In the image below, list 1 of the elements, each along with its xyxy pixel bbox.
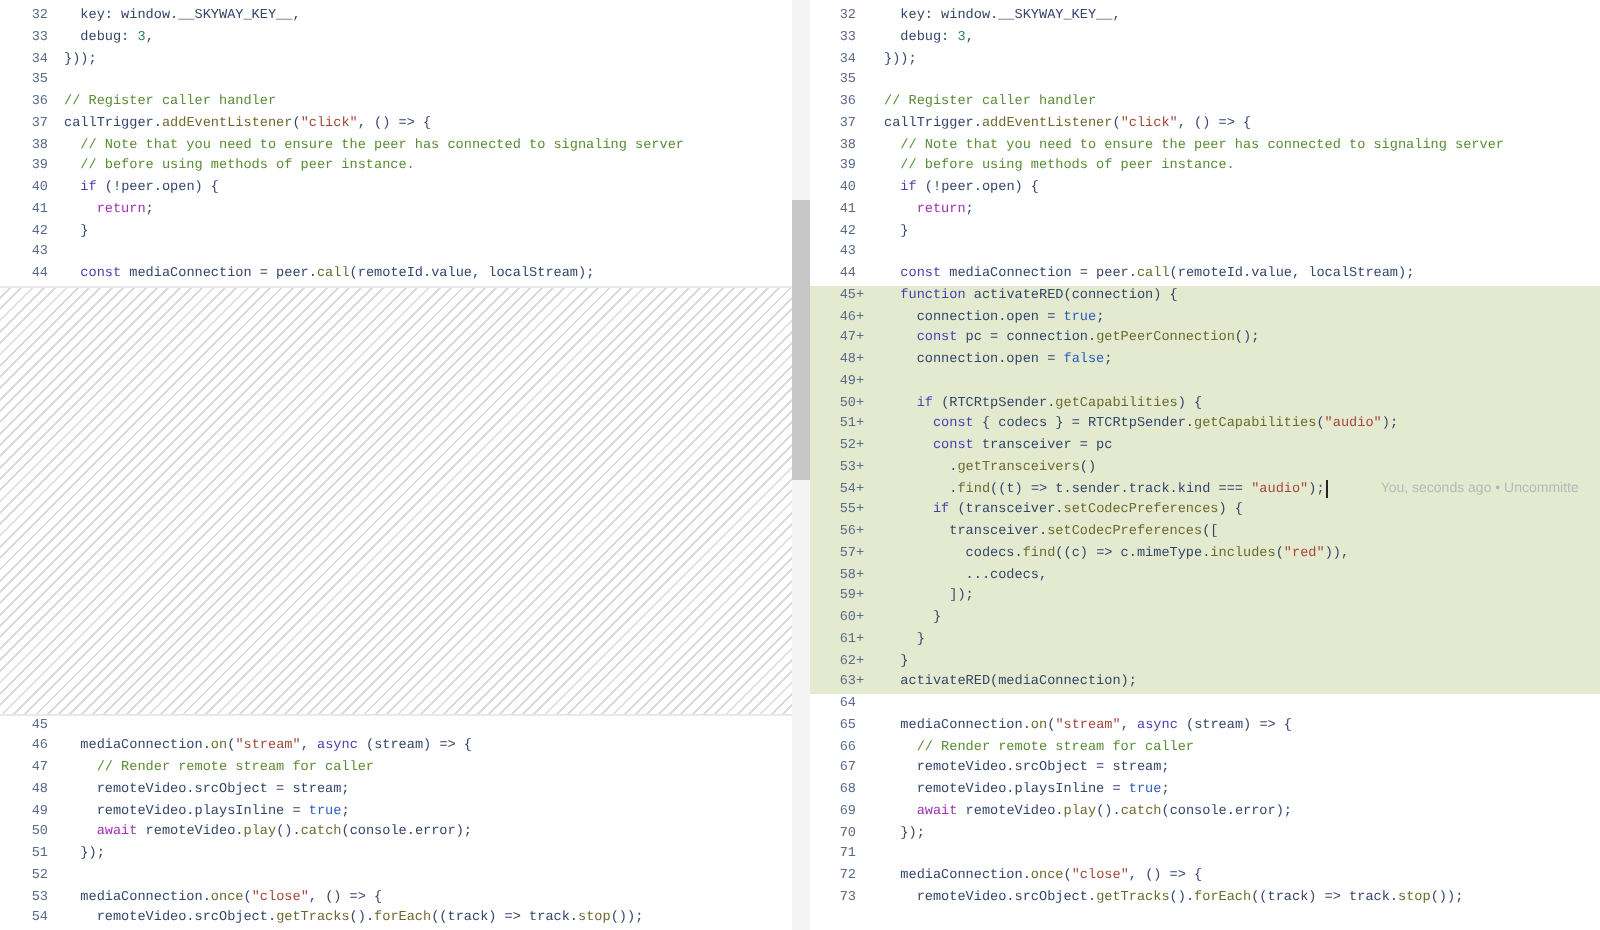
scrollbar-thumb[interactable] xyxy=(792,200,810,480)
